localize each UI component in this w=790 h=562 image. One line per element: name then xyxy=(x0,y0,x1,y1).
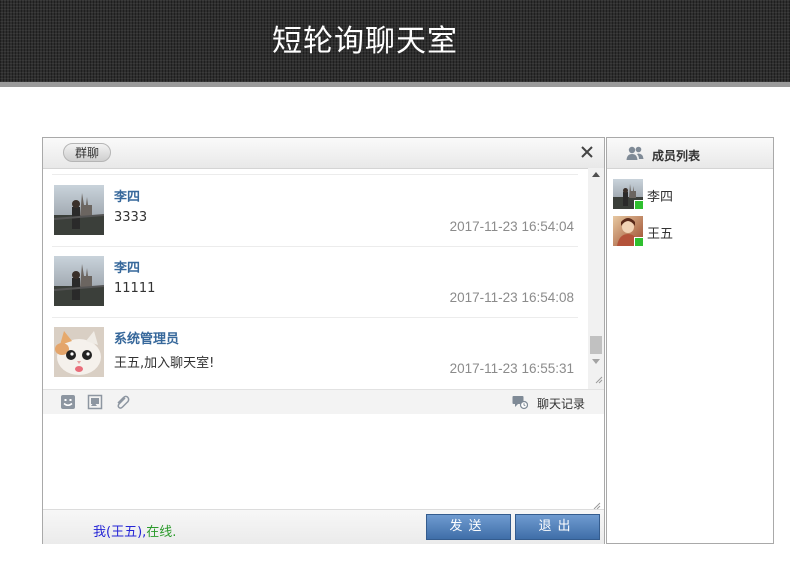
online-indicator xyxy=(634,200,644,210)
chat-footer: 我(王五),在线. 发送 退出 xyxy=(43,509,604,544)
message-time: 2017-11-23 16:54:04 xyxy=(449,219,574,234)
member-panel: 成员列表 李四 王五 xyxy=(606,137,774,544)
message-list[interactable]: 李四 3333 2017-11-23 16:54:04 李四 11111 201… xyxy=(43,168,588,389)
emoji-icon[interactable] xyxy=(60,394,76,410)
chat-history-link[interactable]: 聊天记录 xyxy=(537,395,585,412)
online-status: 在线. xyxy=(146,525,177,540)
chat-panel: 群聊 李四 3333 2017-11-23 16:54:04 李四 11111 … xyxy=(42,137,605,544)
chat-topbar: 群聊 xyxy=(43,138,604,169)
message-item: 系统管理员 王五,加入聊天室! 2017-11-23 16:55:31 xyxy=(52,317,578,388)
attachment-icon[interactable] xyxy=(114,394,130,410)
landscape-avatar xyxy=(54,185,104,235)
scroll-up-arrow-icon[interactable] xyxy=(592,172,600,177)
image-icon[interactable] xyxy=(87,394,103,410)
online-indicator xyxy=(634,237,644,247)
message-input[interactable] xyxy=(43,414,604,509)
message-item: 李四 11111 2017-11-23 16:54:08 xyxy=(52,246,578,317)
member-name: 王五 xyxy=(647,227,674,242)
message-text: 11111 xyxy=(114,281,156,296)
message-sender: 李四 xyxy=(114,190,141,205)
exit-button[interactable]: 退出 xyxy=(515,514,600,540)
message-scrollbar[interactable] xyxy=(588,168,604,389)
landscape-avatar xyxy=(54,256,104,306)
member-list-title: 成员列表 xyxy=(652,149,701,163)
current-user-label: 我(王五), xyxy=(93,525,147,540)
scroll-down-arrow-icon[interactable] xyxy=(592,359,600,364)
member-item[interactable]: 王五 xyxy=(613,216,763,248)
message-text: 3333 xyxy=(114,210,148,225)
member-header: 成员列表 xyxy=(607,138,773,169)
tab-group-chat[interactable]: 群聊 xyxy=(63,143,111,162)
message-time: 2017-11-23 16:54:08 xyxy=(449,290,574,305)
scroll-thumb[interactable] xyxy=(590,336,602,354)
message-time: 2017-11-23 16:55:31 xyxy=(449,361,574,376)
resize-grip-icon[interactable] xyxy=(593,374,603,384)
user-status: 我(王五),在线. xyxy=(93,521,176,540)
member-item[interactable]: 李四 xyxy=(613,179,763,211)
message-sender: 系统管理员 xyxy=(114,332,180,347)
chat-history-icon[interactable] xyxy=(512,394,528,410)
editor-toolbar: 聊天记录 xyxy=(43,389,604,415)
cat-avatar xyxy=(54,327,104,377)
page-header: 短轮询聊天室 xyxy=(0,0,790,82)
member-name: 李四 xyxy=(647,190,674,205)
message-text: 王五,加入聊天室! xyxy=(114,356,215,371)
message-item: 李四 3333 2017-11-23 16:54:04 xyxy=(52,175,578,246)
message-sender: 李四 xyxy=(114,261,141,276)
close-icon[interactable] xyxy=(578,143,596,161)
header-divider xyxy=(0,82,790,87)
send-button[interactable]: 发送 xyxy=(426,514,511,540)
users-icon xyxy=(626,146,644,160)
page-title: 短轮询聊天室 xyxy=(272,24,458,59)
